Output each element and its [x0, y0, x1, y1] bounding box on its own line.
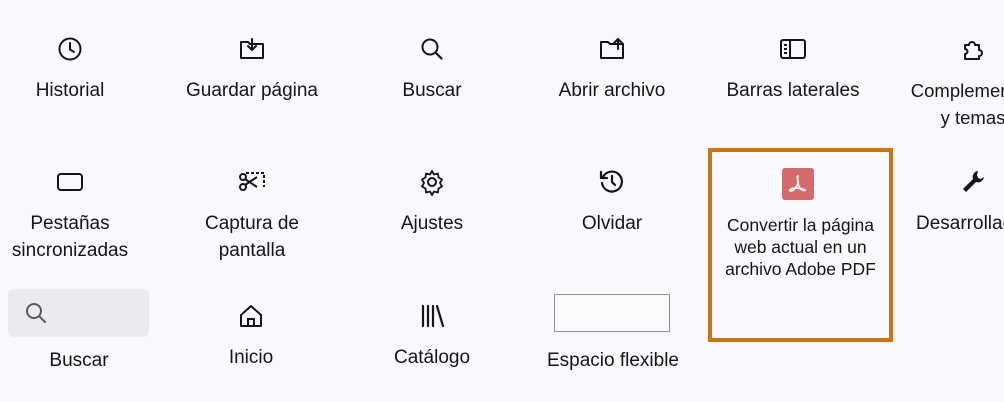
home-label: Inicio [228, 347, 274, 368]
history-label: Historial [35, 80, 105, 101]
library-label: Catálogo [393, 347, 471, 368]
forget-label: Olvidar [581, 213, 643, 234]
home-icon [166, 300, 336, 332]
search-icon [347, 33, 517, 65]
developer-label: Desarrollador [916, 213, 1004, 234]
synced-tabs-icon [0, 166, 155, 198]
synced-tabs-label: Pestañas sincronizadas [11, 213, 129, 261]
flexible-space-label: Espacio flexible [546, 350, 680, 371]
search-widget-icon [24, 301, 48, 325]
history-icon [0, 33, 155, 65]
palette-item-convert-pdf[interactable]: Convertir la página web actual en un arc… [708, 148, 893, 342]
open-file-icon [527, 33, 697, 65]
sidebars-icon [708, 33, 878, 65]
search-label: Buscar [402, 80, 462, 101]
settings-gear-icon [347, 166, 517, 198]
save-page-icon [167, 33, 337, 65]
search-box-widget[interactable] [8, 289, 149, 337]
wrench-icon [888, 166, 1004, 198]
library-icon [347, 300, 517, 332]
flexible-space-box[interactable] [554, 294, 670, 332]
forget-icon [527, 166, 697, 198]
extensions-icon [888, 33, 1004, 65]
save-page-label: Guardar página [185, 80, 319, 101]
extensions-label: Complementos y temas [910, 80, 1004, 128]
convert-pdf-label: Convertir la página web actual en un arc… [725, 215, 876, 279]
settings-label: Ajustes [400, 213, 464, 234]
sidebars-label: Barras laterales [726, 80, 860, 101]
screenshot-icon [167, 166, 337, 198]
open-file-label: Abrir archivo [558, 80, 666, 101]
screenshot-label: Captura de pantalla [204, 213, 299, 261]
adobe-pdf-icon [782, 168, 814, 200]
search-widget-label: Buscar [49, 350, 109, 371]
